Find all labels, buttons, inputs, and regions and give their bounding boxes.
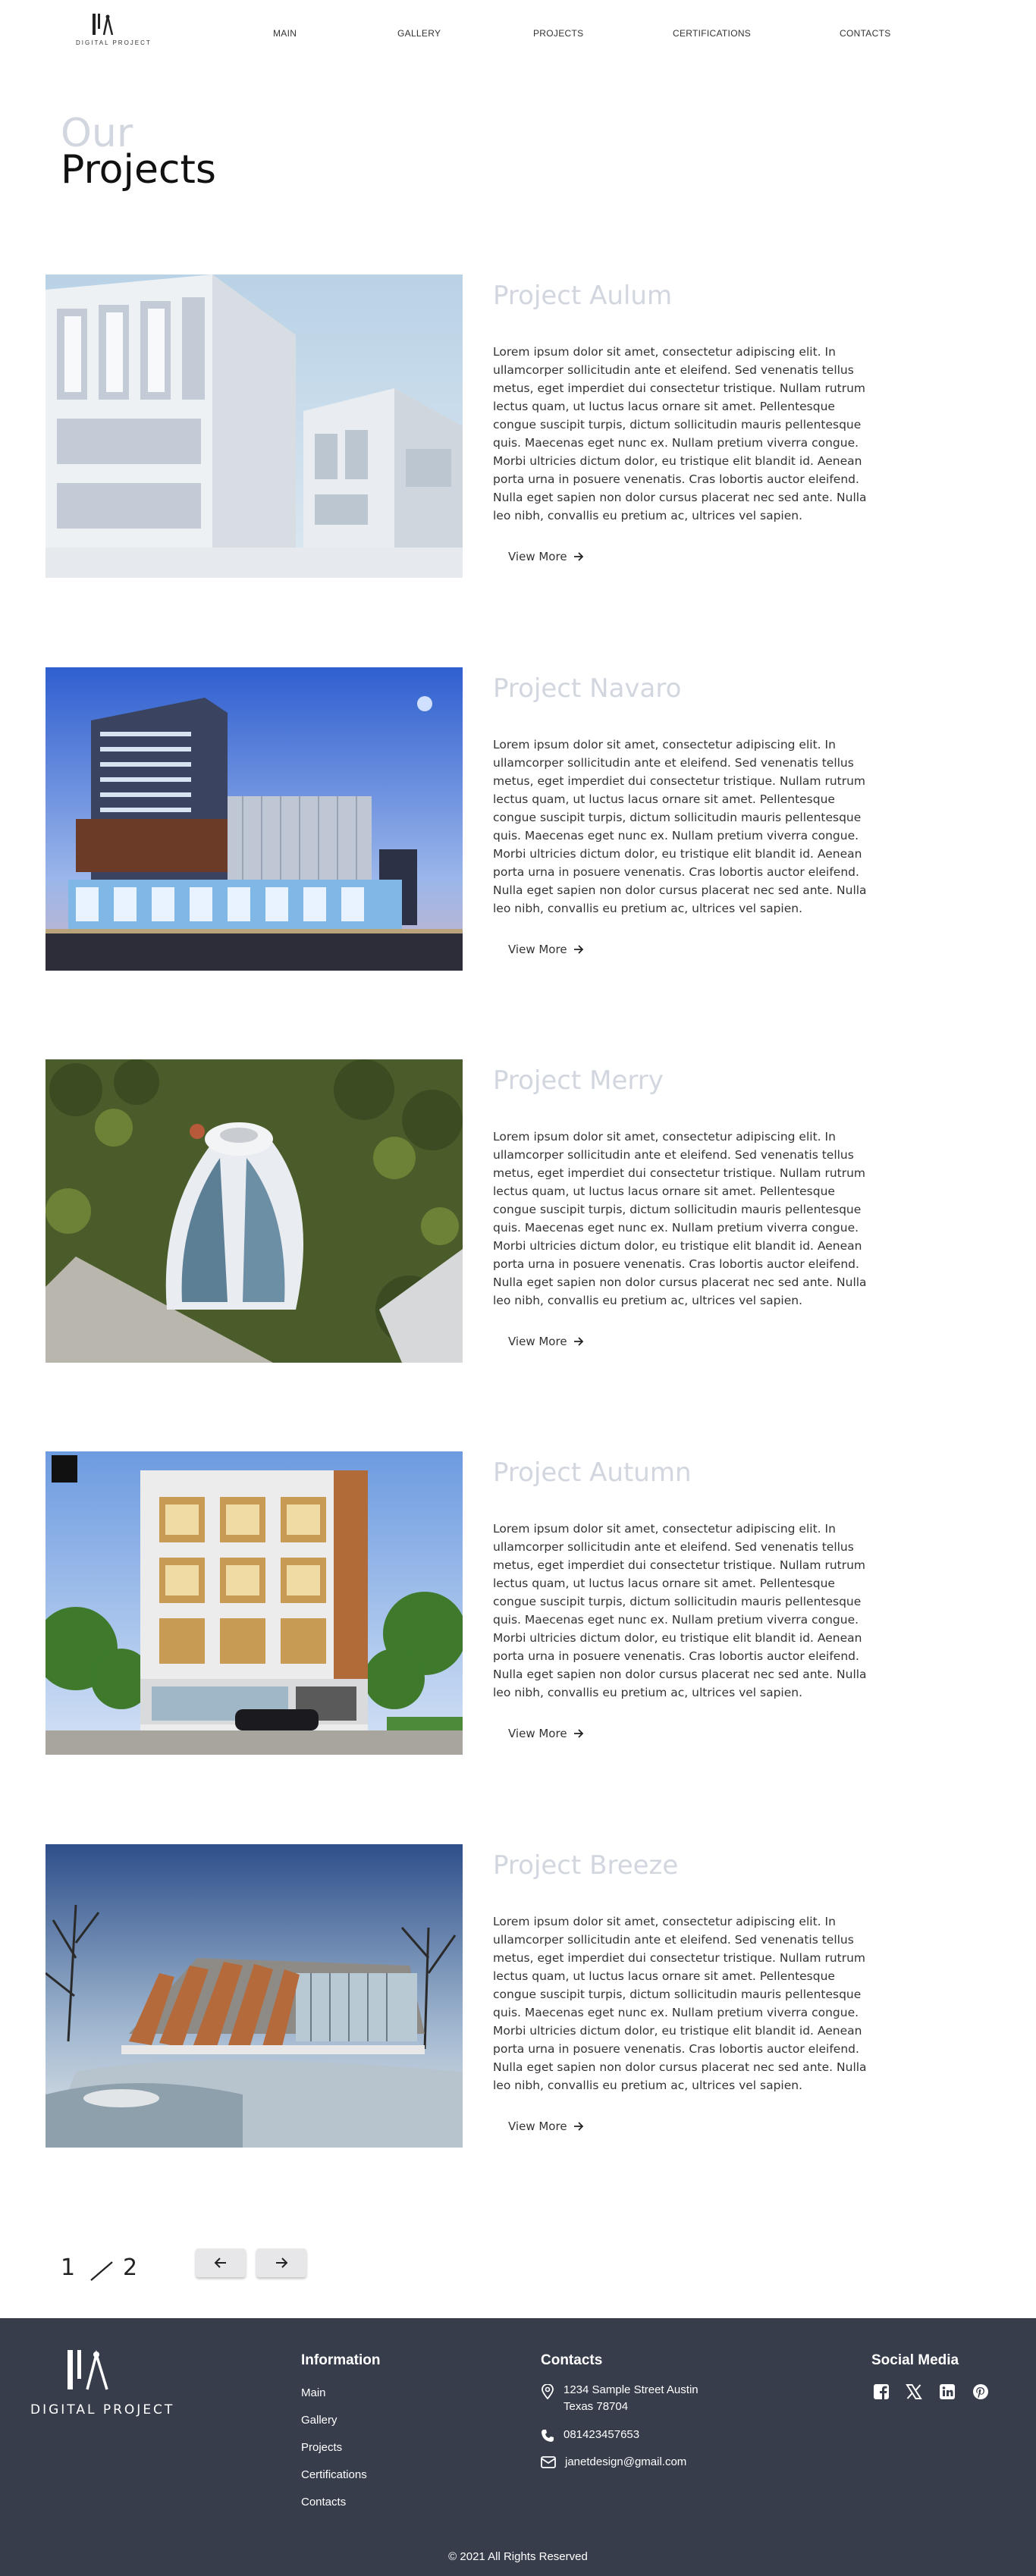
project-card: Project Merry Lorem ipsum dolor sit amet… [46,1059,880,1363]
footer-logo-text: DIGITAL PROJECT [30,2402,175,2418]
project-description: Lorem ipsum dolor sit amet, consectetur … [493,1522,867,1699]
project-title: Project Autumn [493,1457,692,1488]
arrow-right-icon [573,945,583,954]
project-title: Project Aulum [493,281,673,311]
project-photo[interactable] [46,275,463,578]
site-header: DIGITAL PROJECT MAIN GALLERY PROJECTS CE… [0,0,1036,68]
project-card: Project Breeze Lorem ipsum dolor sit ame… [46,1844,880,2148]
pinterest-icon[interactable] [972,2383,990,2402]
prev-page-button[interactable] [196,2248,246,2277]
information-heading: Information [301,2352,381,2368]
x-icon[interactable] [906,2383,924,2402]
arrow-right-icon [276,2258,288,2268]
nav-certifications[interactable]: CERTIFICATIONS [673,28,751,39]
address-line-2: Texas 78704 [564,2400,629,2413]
footer-link-contacts[interactable]: Contacts [301,2496,346,2509]
footer-link-certifications[interactable]: Certifications [301,2468,367,2481]
footer-link-main[interactable]: Main [301,2386,326,2399]
nav-contacts[interactable]: CONTACTS [840,28,891,39]
phone-number: 081423457653 [564,2428,640,2441]
mail-icon [541,2456,556,2468]
logo-text: DIGITAL PROJECT [76,39,152,46]
project-card: Project Navaro Lorem ipsum dolor sit ame… [46,667,880,971]
project-title: Project Breeze [493,1850,679,1881]
page-title: Projects [61,147,217,193]
copyright: © 2021 All Rights Reserved [448,2550,588,2563]
contact-email[interactable]: janetdesign@gmail.com [541,2454,686,2471]
total-pages: 2 [123,2254,138,2281]
phone-icon [542,2430,554,2442]
footer-link-projects[interactable]: Projects [301,2441,342,2454]
page-separator-icon [90,2261,113,2281]
view-more-label: View More [508,1335,567,1348]
view-more-link[interactable]: View More [508,1727,584,1740]
view-more-label: View More [508,2119,567,2133]
contact-phone[interactable]: 081423457653 [541,2427,639,2443]
project-card: Project Autumn Lorem ipsum dolor sit ame… [46,1451,880,1755]
logo[interactable]: DIGITAL PROJECT [76,12,152,50]
project-description: Lorem ipsum dolor sit amet, consectetur … [493,1130,867,1307]
site-footer: DIGITAL PROJECT Information Main Gallery… [0,2318,1036,2576]
project-description: Lorem ipsum dolor sit amet, consectetur … [493,345,867,522]
view-more-label: View More [508,943,567,956]
project-photo[interactable] [46,667,463,971]
arrow-right-icon [573,1729,583,1738]
view-more-link[interactable]: View More [508,1335,584,1348]
nav-main[interactable]: MAIN [273,28,297,39]
logo-mark-icon [67,2349,108,2390]
nav-gallery[interactable]: GALLERY [397,28,441,39]
arrow-right-icon [573,552,583,561]
email-address: janetdesign@gmail.com [565,2455,687,2468]
pagination: 1 2 [61,2248,364,2286]
project-photo[interactable] [46,1059,463,1363]
address-line-1: 1234 Sample Street Austin [564,2383,699,2396]
project-title: Project Navaro [493,673,682,704]
contacts-heading: Contacts [541,2352,603,2368]
arrow-right-icon [573,2122,583,2131]
nav-projects[interactable]: PROJECTS [533,28,583,39]
view-more-label: View More [508,550,567,563]
footer-logo[interactable]: DIGITAL PROJECT [30,2347,175,2418]
arrow-right-icon [573,1337,583,1346]
contact-address: 1234 Sample Street Austin Texas 78704 [541,2382,699,2415]
social-media-heading: Social Media [871,2352,959,2368]
project-photo[interactable] [46,1844,463,2148]
logo-mark-icon [93,14,114,36]
view-more-link[interactable]: View More [508,2119,584,2133]
facebook-icon[interactable] [873,2383,891,2402]
next-page-button[interactable] [256,2248,306,2277]
arrow-left-icon [214,2258,226,2268]
project-title: Project Merry [493,1065,664,1096]
project-card: Project Aulum Lorem ipsum dolor sit amet… [46,275,880,578]
location-pin-icon [542,2384,554,2399]
project-description: Lorem ipsum dolor sit amet, consectetur … [493,1915,867,2092]
project-photo[interactable] [46,1451,463,1755]
view-more-link[interactable]: View More [508,550,584,563]
view-more-link[interactable]: View More [508,943,584,956]
footer-link-gallery[interactable]: Gallery [301,2414,337,2427]
view-more-label: View More [508,1727,567,1740]
project-description: Lorem ipsum dolor sit amet, consectetur … [493,738,867,915]
current-page: 1 [61,2254,76,2281]
linkedin-icon[interactable] [939,2383,957,2402]
